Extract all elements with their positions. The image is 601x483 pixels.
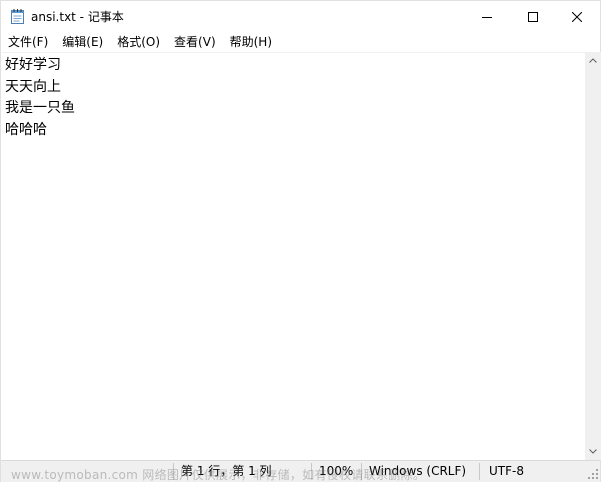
status-cursor-position: 第 1 行，第 1 列 [181, 464, 272, 478]
text-editor[interactable]: 好好学习 天天向上 我是一只鱼 哈哈哈 [2, 52, 585, 460]
maximize-icon [528, 11, 538, 22]
status-divider [311, 463, 312, 480]
status-encoding: UTF-8 [489, 464, 524, 478]
scroll-up-button[interactable] [585, 52, 601, 69]
status-divider [173, 463, 174, 480]
close-button[interactable] [554, 1, 600, 32]
status-zoom: 100% [319, 464, 354, 478]
editor-line: 哈哈哈 [5, 121, 47, 138]
menu-format[interactable]: 格式(O) [110, 32, 167, 52]
vertical-scrollbar[interactable] [585, 52, 601, 460]
close-icon [572, 11, 582, 22]
status-line-ending: Windows (CRLF) [369, 464, 467, 478]
editor-line: 天天向上 [5, 78, 61, 95]
status-divider [479, 463, 480, 480]
scroll-down-button[interactable] [585, 443, 601, 460]
status-divider [361, 463, 362, 480]
notepad-window: ansi.txt - 记事本 文件(F) 编辑(E) 格式(O) 查看(V) 帮… [0, 0, 601, 482]
menu-bar: 文件(F) 编辑(E) 格式(O) 查看(V) 帮助(H) [1, 32, 600, 52]
chevron-up-icon [589, 58, 597, 63]
resize-grip-icon[interactable] [587, 468, 599, 480]
minimize-button[interactable] [464, 1, 510, 32]
menu-view[interactable]: 查看(V) [167, 32, 223, 52]
editor-line: 我是一只鱼 [5, 100, 75, 116]
menu-edit[interactable]: 编辑(E) [55, 32, 110, 52]
minimize-icon [482, 16, 492, 18]
notepad-icon [11, 9, 24, 24]
editor-line: 好好学习 [5, 57, 61, 73]
chevron-down-icon [589, 449, 597, 454]
maximize-button[interactable] [510, 1, 556, 32]
menu-file[interactable]: 文件(F) [1, 32, 55, 52]
menu-help[interactable]: 帮助(H) [223, 32, 279, 52]
title-bar[interactable]: ansi.txt - 记事本 [1, 1, 600, 32]
window-title: ansi.txt - 记事本 [31, 10, 124, 24]
status-bar: 第 1 行，第 1 列 100% Windows (CRLF) UTF-8 [1, 460, 600, 482]
